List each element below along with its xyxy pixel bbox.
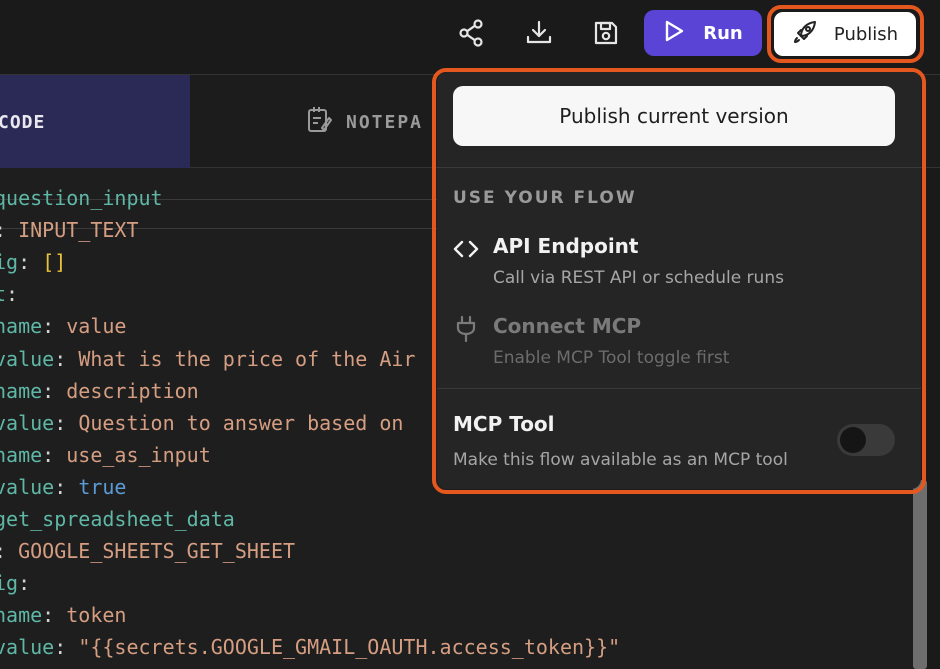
- share-icon[interactable]: [454, 16, 488, 50]
- mcp-tool-title: MCP Tool: [453, 412, 555, 436]
- connect-mcp-title: Connect MCP: [493, 314, 642, 338]
- connect-mcp-item[interactable]: Connect MCP Enable MCP Tool toggle first: [453, 314, 903, 376]
- publish-button[interactable]: Publish: [774, 12, 916, 56]
- code-line: get_spreadsheet_data: [0, 507, 235, 531]
- section-title: USE YOUR FLOW: [453, 188, 637, 208]
- publish-current-version-label: Publish current version: [559, 104, 789, 128]
- plug-icon: [453, 316, 479, 342]
- code-line: name: use_as_input: [0, 442, 211, 467]
- rocket-icon: [792, 19, 818, 49]
- publish-current-version-button[interactable]: Publish current version: [453, 86, 895, 146]
- code-line: value: Question to answer based on: [0, 410, 404, 435]
- connect-mcp-description: Enable MCP Tool toggle first: [493, 348, 730, 368]
- top-toolbar: Run Publish: [0, 0, 940, 70]
- code-line: ig:: [0, 571, 31, 596]
- save-icon[interactable]: [589, 16, 623, 50]
- divider: [437, 167, 921, 168]
- play-icon: [663, 19, 685, 47]
- tab-notepad-label: NOTEPA: [346, 111, 424, 133]
- tab-code[interactable]: CODE: [0, 75, 190, 169]
- code-line: : INPUT_TEXT: [0, 218, 139, 243]
- code-line: value: true: [0, 474, 127, 499]
- publish-button-label: Publish: [833, 23, 899, 45]
- api-endpoint-description: Call via REST API or schedule runs: [493, 268, 784, 288]
- run-button[interactable]: Run: [644, 10, 762, 56]
- code-brackets-icon: [453, 236, 479, 262]
- toggle-knob: [840, 427, 866, 453]
- code-line: : GOOGLE_SHEETS_GET_SHEET: [0, 539, 296, 564]
- api-endpoint-item[interactable]: API Endpoint Call via REST API or schedu…: [453, 234, 903, 296]
- download-icon[interactable]: [522, 16, 556, 50]
- code-line: value: What is the price of the Air: [0, 346, 416, 371]
- mcp-tool-description: Make this flow available as an MCP tool: [453, 450, 788, 470]
- publish-menu: Publish current version USE YOUR FLOW AP…: [437, 72, 921, 489]
- mcp-tool-toggle[interactable]: [837, 424, 895, 456]
- notepad-icon: [306, 106, 332, 138]
- scrollbar-thumb[interactable]: [913, 480, 927, 669]
- code-line: name: value: [0, 314, 127, 339]
- code-line: name: description: [0, 378, 199, 403]
- api-endpoint-title: API Endpoint: [493, 234, 639, 258]
- code-line: question_input: [0, 186, 163, 210]
- code-line: value: "{{secrets.GOOGLE_GMAIL_OAUTH.acc…: [0, 635, 621, 660]
- run-button-label: Run: [703, 22, 743, 44]
- divider: [437, 388, 921, 389]
- tab-notepad[interactable]: NOTEPA: [306, 75, 423, 169]
- code-line: ig: []: [0, 250, 67, 275]
- code-line: name: token: [0, 603, 127, 628]
- tab-code-label: CODE: [0, 111, 46, 133]
- code-line: t:: [0, 282, 19, 307]
